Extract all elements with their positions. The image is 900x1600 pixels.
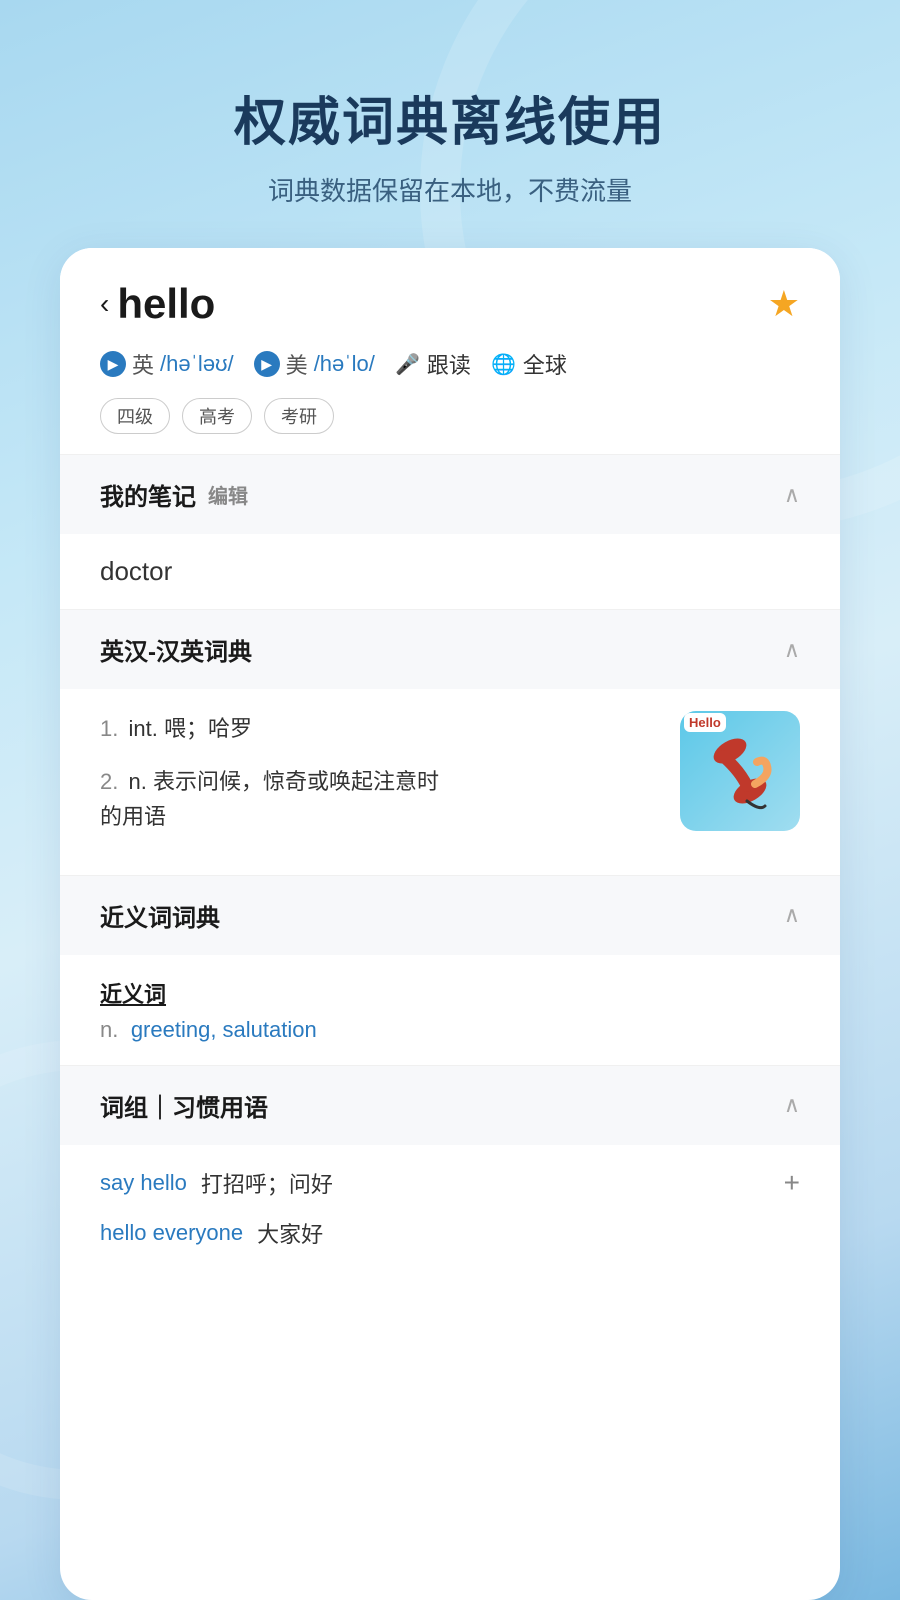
phrase-1-chinese: 打招呼；问好 (201, 1167, 333, 1199)
notes-collapse-icon[interactable]: ∧ (784, 482, 800, 508)
phrases-collapse-icon[interactable]: ∧ (784, 1092, 800, 1118)
exam-tags-row: 四级 高考 考研 (100, 398, 800, 434)
phrases-section: 词组｜习惯用语 ∧ say hello 打招呼；问好 + hello every… (60, 1066, 840, 1289)
notes-section: 我的笔记 编辑 ∧ doctor (60, 455, 840, 609)
microphone-icon: 🎤 (395, 351, 421, 377)
notes-section-title: 我的笔记 编辑 (100, 477, 248, 512)
synonyms-section-header: 近义词词典 ∧ (60, 876, 840, 955)
phrase-2-english[interactable]: hello everyone (100, 1220, 243, 1246)
global-button[interactable]: 🌐 全球 (491, 348, 567, 380)
definitions-list: 1. int. 喂；哈罗 2. n. 表示问候，惊奇或唤起注意时的用语 (100, 711, 660, 853)
british-audio-icon[interactable]: ▶ (100, 351, 126, 377)
synonyms-collapse-icon[interactable]: ∧ (784, 902, 800, 928)
british-phonetic: /həˈləʊ/ (160, 351, 234, 377)
dictionary-card: ‹ hello ★ ▶ 英 /həˈləʊ/ ▶ 美 /həˈlo/ 🎤 跟读 … (60, 248, 840, 1600)
hello-label: Hello (684, 713, 726, 732)
hero-subtitle: 词典数据保留在本地，不费流量 (234, 171, 666, 208)
dictionary-section-header: 英汉-汉英词典 ∧ (60, 610, 840, 689)
global-label: 全球 (523, 348, 567, 380)
phrase-1-add-icon[interactable]: + (784, 1167, 800, 1199)
synonyms-body: 近义词 n. greeting, salutation (60, 955, 840, 1065)
phrase-2-chinese: 大家好 (257, 1217, 323, 1249)
notes-body: doctor (60, 534, 840, 609)
notes-section-header: 我的笔记 编辑 ∧ (60, 455, 840, 534)
synonyms-section: 近义词词典 ∧ 近义词 n. greeting, salutation (60, 876, 840, 1065)
follow-read-label: 跟读 (427, 348, 471, 380)
notes-content: doctor (100, 556, 800, 587)
phrases-section-title: 词组｜习惯用语 (100, 1088, 268, 1123)
favorite-star-icon[interactable]: ★ (768, 283, 800, 325)
hero-section: 权威词典离线使用 词典数据保留在本地，不费流量 (194, 0, 706, 248)
notes-edit-button[interactable]: 编辑 (208, 480, 248, 509)
synonym-entry: n. greeting, salutation (100, 1017, 800, 1043)
phrases-body: say hello 打招呼；问好 + hello everyone 大家好 (60, 1145, 840, 1289)
tag-gaokao: 高考 (182, 398, 252, 434)
phrases-section-header: 词组｜习惯用语 ∧ (60, 1066, 840, 1145)
pronunciation-row: ▶ 英 /həˈləʊ/ ▶ 美 /həˈlo/ 🎤 跟读 🌐 全球 (100, 348, 800, 380)
dictionary-collapse-icon[interactable]: ∧ (784, 637, 800, 663)
dictionary-section-title: 英汉-汉英词典 (100, 632, 252, 667)
phrase-item-2: hello everyone 大家好 (100, 1217, 800, 1249)
phrase-1-english[interactable]: say hello (100, 1170, 187, 1196)
follow-read-button[interactable]: 🎤 跟读 (395, 348, 471, 380)
hero-title: 权威词典离线使用 (234, 80, 666, 155)
definition-2: 2. n. 表示问候，惊奇或唤起注意时的用语 (100, 764, 660, 834)
american-audio-icon[interactable]: ▶ (254, 351, 280, 377)
dictionary-section: 英汉-汉英词典 ∧ 1. int. 喂；哈罗 2. n. 表示问候，惊奇或唤起注… (60, 610, 840, 875)
american-pronunciation[interactable]: ▶ 美 /həˈlo/ (254, 348, 375, 380)
american-phonetic: /həˈlo/ (314, 351, 375, 377)
american-label: 美 (286, 348, 308, 380)
globe-icon: 🌐 (491, 351, 517, 377)
dictionary-image: Hello (680, 711, 800, 831)
phone-svg (695, 726, 785, 816)
back-button[interactable]: ‹ (100, 288, 109, 320)
synonym-label: 近义词 (100, 977, 800, 1009)
definition-1: 1. int. 喂；哈罗 (100, 711, 660, 746)
word-header: ‹ hello ★ ▶ 英 /həˈləʊ/ ▶ 美 /həˈlo/ 🎤 跟读 … (60, 248, 840, 454)
synonym-words[interactable]: greeting, salutation (131, 1017, 317, 1042)
phrase-item-1: say hello 打招呼；问好 + (100, 1167, 800, 1199)
tag-kaoyan: 考研 (264, 398, 334, 434)
dictionary-body: 1. int. 喂；哈罗 2. n. 表示问候，惊奇或唤起注意时的用语 Hell… (60, 689, 840, 875)
tag-cet4: 四级 (100, 398, 170, 434)
british-label: 英 (132, 348, 154, 380)
word-title: hello (117, 280, 215, 328)
synonym-pos: n. (100, 1017, 118, 1042)
british-pronunciation[interactable]: ▶ 英 /həˈləʊ/ (100, 348, 234, 380)
synonyms-section-title: 近义词词典 (100, 898, 220, 933)
